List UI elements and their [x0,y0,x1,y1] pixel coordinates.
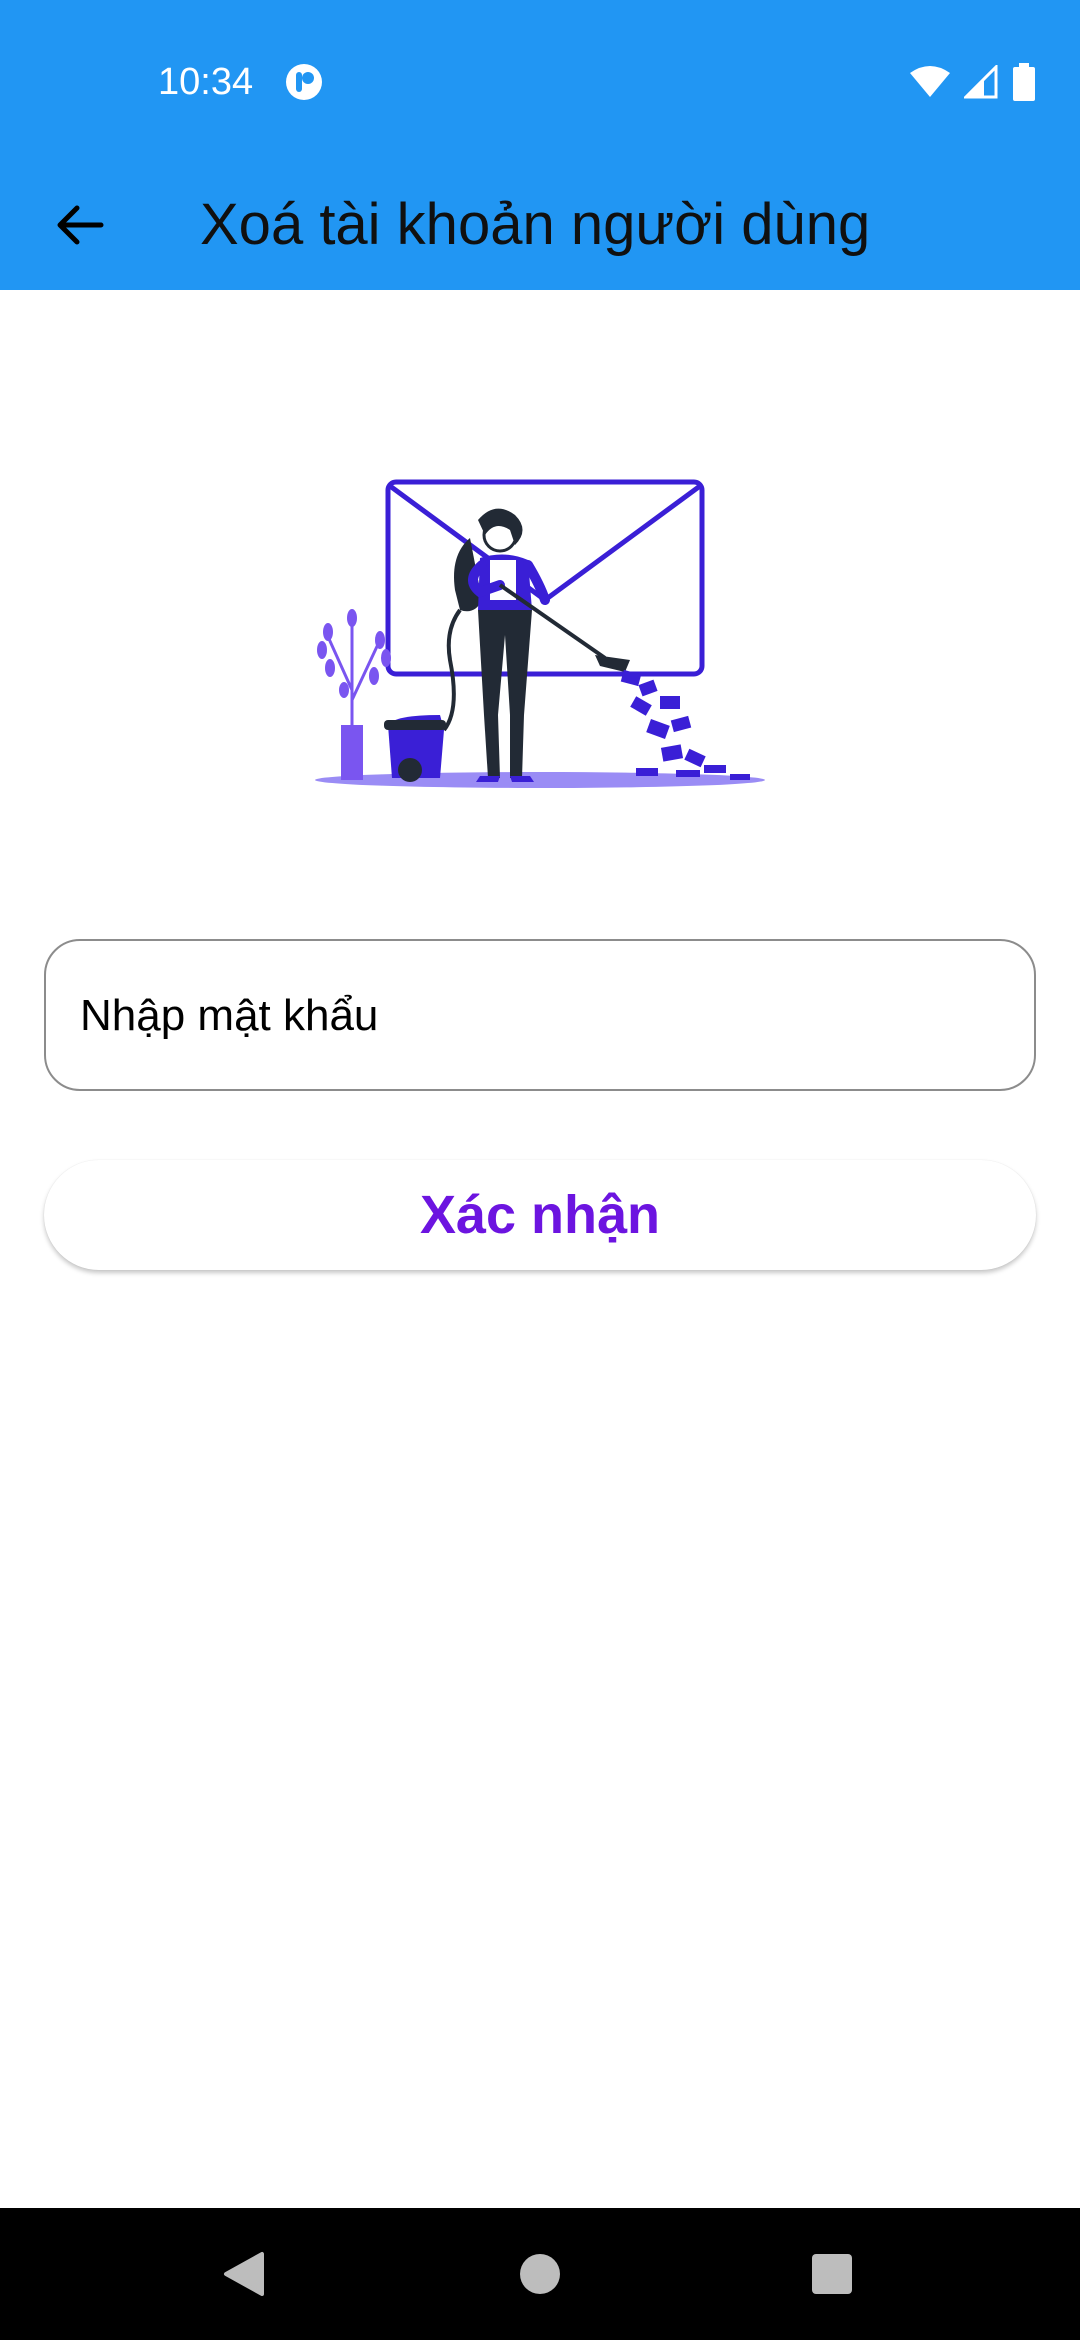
arrow-left-icon [57,205,104,245]
wifi-icon [910,66,950,97]
nav-recents-button[interactable] [792,2234,872,2314]
system-nav-bar [0,2208,1080,2340]
confirm-button[interactable]: Xác nhận [44,1160,1036,1270]
page-title: Xoá tài khoản người dùng [200,192,871,257]
back-triangle-icon [224,2252,264,2296]
nav-back-button[interactable] [204,2234,284,2314]
confirm-button-label: Xác nhận [419,1185,661,1245]
password-input[interactable] [78,941,1002,1091]
signal-icon [964,65,998,99]
back-button[interactable] [36,182,122,268]
status-time: 10:34 [158,61,254,103]
status-bar: 10:34 [0,0,1080,160]
status-icons [910,60,1036,104]
notification-app-icon [286,64,322,100]
password-field[interactable] [44,939,1036,1091]
app-bar: Xoá tài khoản người dùng [0,160,1080,290]
home-circle-icon [520,2254,560,2294]
nav-home-button[interactable] [500,2234,580,2314]
battery-icon [1013,63,1035,101]
recents-square-icon [812,2254,852,2294]
sweeping-envelope-illustration [315,479,765,788]
